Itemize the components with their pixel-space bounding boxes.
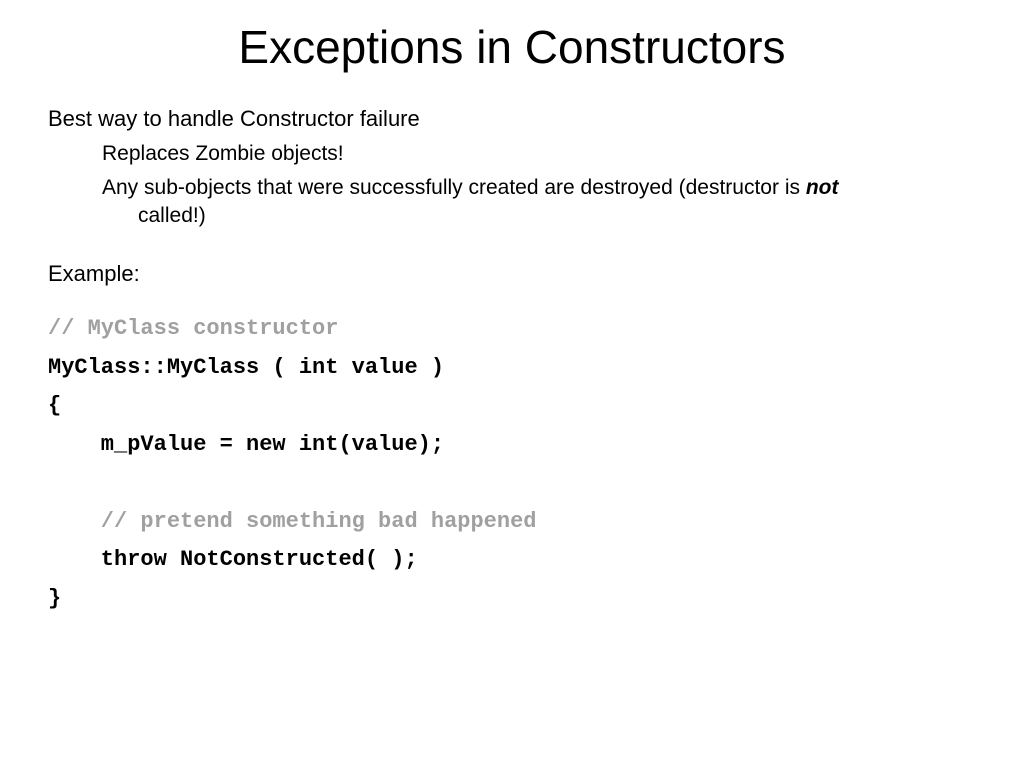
example-label: Example:	[48, 259, 976, 289]
code-assign: m_pValue = new int(value);	[48, 426, 976, 465]
slide-title: Exceptions in Constructors	[48, 20, 976, 74]
point-sub-destructor-prefix: Any sub-objects that were successfully c…	[102, 176, 806, 199]
code-comment-constructor: // MyClass constructor	[48, 310, 976, 349]
code-signature: MyClass::MyClass ( int value )	[48, 349, 976, 388]
body-content: Best way to handle Constructor failure R…	[48, 104, 976, 618]
code-block: // MyClass constructor MyClass::MyClass …	[48, 310, 976, 618]
point-sub-destructor: Any sub-objects that were successfully c…	[102, 174, 976, 231]
code-throw: throw NotConstructed( );	[48, 541, 976, 580]
point-sub-destructor-suffix: called!)	[138, 204, 206, 227]
code-blank	[48, 464, 976, 503]
point-sub-destructor-em: not	[806, 176, 839, 199]
code-brace-open: {	[48, 387, 976, 426]
code-comment-bad: // pretend something bad happened	[48, 503, 976, 542]
slide: Exceptions in Constructors Best way to h…	[0, 0, 1024, 768]
code-brace-close: }	[48, 580, 976, 619]
point-sub-zombie: Replaces Zombie objects!	[102, 140, 976, 168]
point-main: Best way to handle Constructor failure	[48, 104, 976, 134]
